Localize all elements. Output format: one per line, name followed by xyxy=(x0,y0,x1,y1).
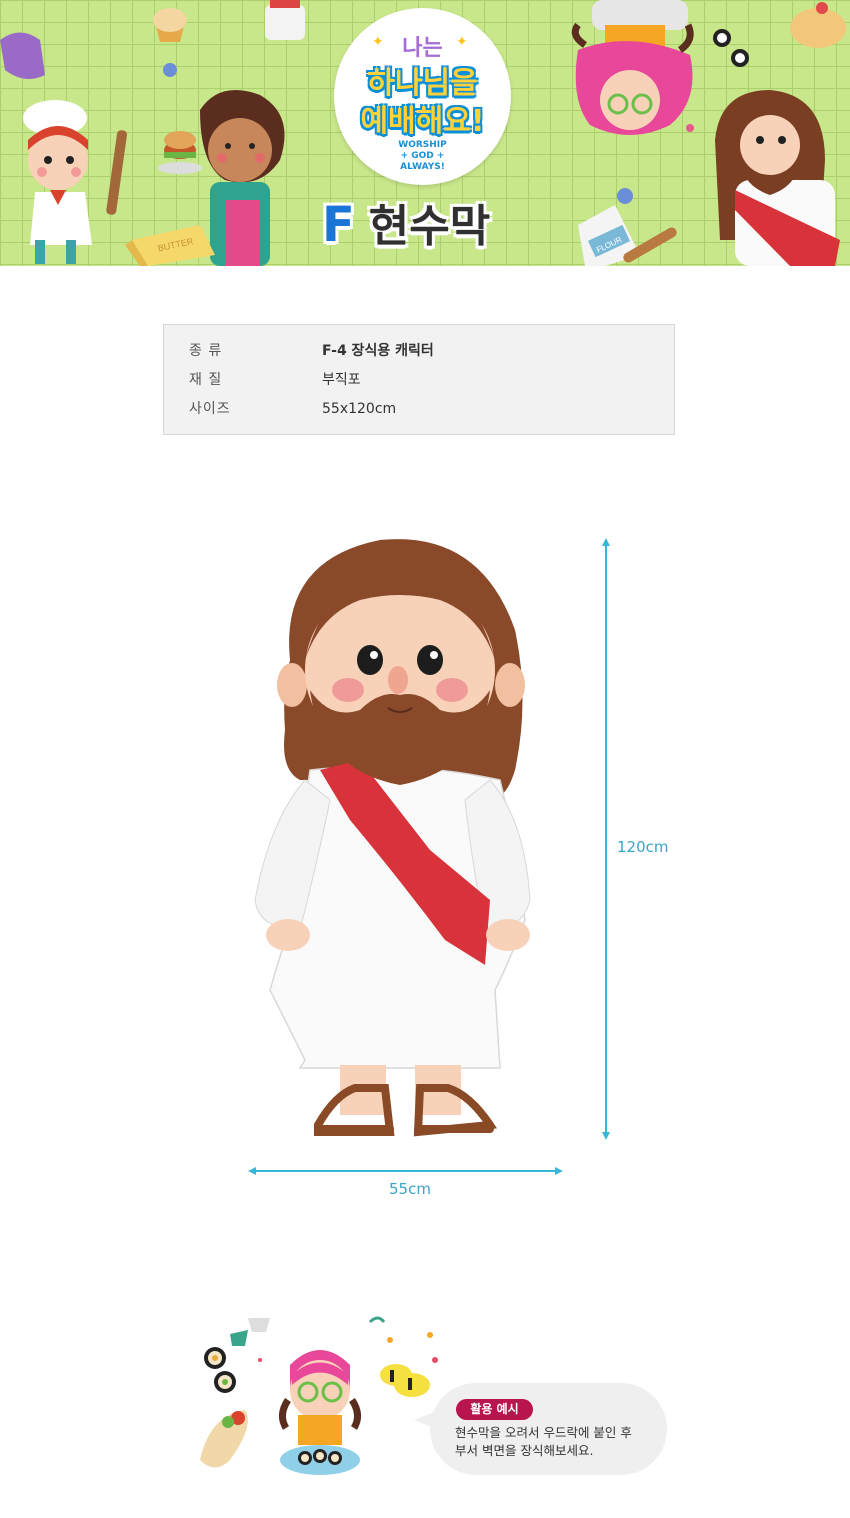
bee-sushi-icon xyxy=(380,1364,430,1397)
kimbap-icon xyxy=(204,1347,236,1393)
spec-label: 종 류 xyxy=(189,343,223,359)
girl-with-kimbap-illustration xyxy=(200,1316,438,1475)
spec-row: 재 질 부직포 xyxy=(164,370,674,390)
girl-with-tray-illustration xyxy=(571,0,694,135)
title-letter: F xyxy=(322,197,355,253)
butter-box-icon: BUTTER xyxy=(125,225,215,266)
spec-value: 부직포 xyxy=(322,372,361,388)
spec-value: F-4 장식용 캐릭터 xyxy=(322,343,434,359)
worship-god-logo: ✦ ✦ 나는 하나님을 예배해요! WORSHIP + GOD + ALWAYS… xyxy=(334,8,511,185)
cupcake-icon xyxy=(153,8,187,42)
width-measure-line xyxy=(254,1170,556,1172)
spec-value: 55x120cm xyxy=(322,401,397,417)
arrow-right-icon xyxy=(555,1167,563,1175)
spec-label: 사이즈 xyxy=(189,401,231,417)
height-measure-line xyxy=(605,544,607,1134)
oven-mitt-icon xyxy=(0,32,45,79)
width-label: 55cm xyxy=(389,1180,431,1198)
chef-girl-illustration xyxy=(23,100,128,264)
flour-bag-icon: FLOUR xyxy=(578,205,677,266)
burrito-icon xyxy=(200,1410,248,1468)
spec-table: 종 류 F-4 장식용 캐릭터 재 질 부직포 사이즈 55x120cm xyxy=(163,324,675,435)
jar-icon xyxy=(265,0,305,40)
usage-text-line: 현수막을 오려서 우드락에 붙인 후 xyxy=(455,1425,632,1440)
spec-row: 사이즈 55x120cm xyxy=(164,399,674,419)
cake-icon xyxy=(790,2,846,48)
logo-english: WORSHIP + GOD + ALWAYS! xyxy=(398,140,447,172)
header-banner: BUTTER FLOUR ✦ ✦ 나는 하나님을 예배해요! WORSHIP +… xyxy=(0,0,850,266)
usage-text-line: 부서 벽면을 장식해보세요. xyxy=(455,1443,594,1458)
logo-line-3: 예배해요! xyxy=(360,104,485,139)
jesus-small-illustration xyxy=(715,90,840,266)
height-label: 120cm xyxy=(617,838,669,856)
jesus-character-illustration xyxy=(254,539,531,1137)
spec-row: 종 류 F-4 장식용 캐릭터 xyxy=(164,341,674,361)
spec-label: 재 질 xyxy=(189,372,223,388)
kimbap-icon xyxy=(713,29,749,67)
usage-badge: 활용 예시 xyxy=(456,1399,533,1420)
page-title: F 현수막 xyxy=(322,190,491,253)
arrow-down-icon xyxy=(602,1132,610,1140)
title-text: 현수막 xyxy=(368,201,491,252)
